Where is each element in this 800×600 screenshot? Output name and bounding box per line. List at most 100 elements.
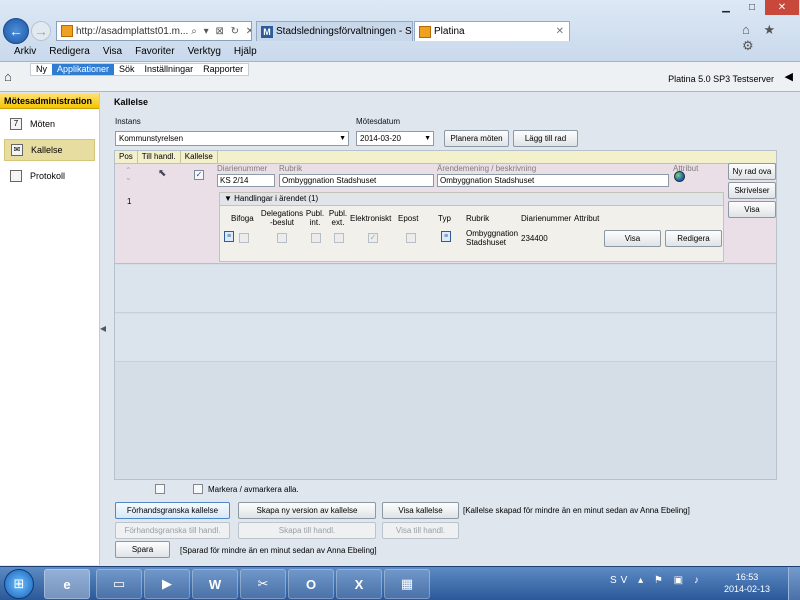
minimize-icon[interactable]: ▁: [713, 0, 739, 15]
markera-alla-checkbox[interactable]: [193, 484, 203, 494]
sidebar-item-label: Kallelse: [31, 145, 63, 155]
sidebar-item-moten[interactable]: 7 Möten: [4, 113, 95, 135]
spara-status: [Sparad för mindre än en minut sedan av …: [180, 546, 377, 555]
taskbar-media-player[interactable]: ▶: [144, 569, 190, 599]
app-menu-sok[interactable]: Sök: [114, 64, 140, 75]
visa-till-handl-button[interactable]: Visa till handl.: [382, 522, 459, 539]
lagg-till-rad-button[interactable]: Lägg till rad: [513, 130, 578, 147]
markera-col1-checkbox[interactable]: [155, 484, 165, 494]
app-menu-applikationer[interactable]: Applikationer: [52, 64, 115, 75]
envelope-icon: ✉: [11, 144, 23, 156]
taskbar: ⊞ e ▭ ▶ W ✂ O X ▦ SV ▴ ⚑ ▣ ♪ 16:53 2014-…: [0, 566, 800, 600]
handling-redigera-button[interactable]: Redigera: [665, 230, 722, 247]
outlook-icon: O: [305, 576, 317, 592]
motesdatum-label: Mötesdatum: [356, 117, 401, 126]
taskbar-snipping[interactable]: ✂: [240, 569, 286, 599]
menu-hjalp[interactable]: Hjälp: [234, 46, 257, 57]
collapse-right-icon[interactable]: ◀: [785, 70, 793, 83]
remote-desktop-icon: ▦: [400, 576, 414, 591]
page-title: Kallelse: [114, 97, 149, 107]
language-indicator[interactable]: SV: [610, 575, 631, 586]
tab-label: Stadsledningsförvaltningen - S...: [276, 26, 413, 37]
planera-moten-button[interactable]: Planera möten: [444, 130, 509, 147]
app-menu-ny[interactable]: Ny: [31, 64, 52, 75]
taskbar-word[interactable]: W: [192, 569, 238, 599]
app-menu-rapporter[interactable]: Rapporter: [198, 64, 248, 75]
globe-icon[interactable]: [674, 171, 685, 182]
motesdatum-select[interactable]: 2014-03-20 ▼: [356, 131, 434, 146]
sidebar-item-label: Protokoll: [30, 171, 66, 181]
tray-icons[interactable]: ▴ ⚑ ▣ ♪: [638, 575, 703, 586]
handlingar-header[interactable]: ▼ Handlingar i ärendet (1): [220, 193, 723, 206]
skapa-ny-version-button[interactable]: Skapa ny version av kallelse: [238, 502, 376, 519]
rubrik-field[interactable]: Ombyggnation Stadshuset: [279, 174, 434, 187]
menu-redigera[interactable]: Redigera: [49, 46, 90, 57]
instans-value: Kommunstyrelsen: [119, 134, 184, 143]
menu-visa[interactable]: Visa: [103, 46, 122, 57]
agenda-grid: Pos Till handl. Kallelse ⌃ ⌄ 1 ⬉ ✓ Diarie…: [114, 150, 777, 480]
taskbar-internet-explorer[interactable]: e: [44, 569, 90, 599]
instans-label: Instans: [115, 117, 141, 126]
forhandsgranska-kallelse-button[interactable]: Förhandsgranska kallelse: [115, 502, 230, 519]
publ-ext-checkbox[interactable]: [334, 233, 344, 243]
close-window-icon[interactable]: ✕: [765, 0, 799, 15]
col-rubrik: Rubrik: [466, 214, 490, 223]
taskbar-remote[interactable]: ▦: [384, 569, 430, 599]
app-menu-installningar[interactable]: Inställningar: [140, 64, 199, 75]
bifoga-checkbox[interactable]: [239, 233, 249, 243]
product-name: Platina 5.0 SP3 Testserver: [668, 74, 774, 84]
start-button[interactable]: ⊞: [4, 569, 34, 599]
clock[interactable]: 16:53 2014-02-13: [724, 571, 770, 595]
arrow-left-icon: ←: [9, 23, 23, 39]
handling-visa-button[interactable]: Visa: [604, 230, 661, 247]
skapa-till-handl-button[interactable]: Skapa till handl.: [238, 522, 376, 539]
epost-checkbox[interactable]: [406, 233, 416, 243]
tab-platina[interactable]: Platina ✕: [414, 21, 570, 41]
platina-favicon-icon: [419, 25, 431, 38]
menu-arkiv[interactable]: Arkiv: [14, 46, 36, 57]
delegationsbeslut-checkbox[interactable]: [277, 233, 287, 243]
taskbar-explorer[interactable]: ▭: [96, 569, 142, 599]
forward-button[interactable]: →: [31, 21, 51, 41]
address-bar-icons[interactable]: ⌕ ▾ ⊠ ↻ ✕: [188, 26, 251, 37]
forhandsgranska-till-handl-button[interactable]: Förhandsgranska till handl.: [115, 522, 230, 539]
scissors-icon: ✂: [257, 576, 269, 591]
arendemening-label: Ärendemening / beskrivning: [437, 164, 537, 173]
back-button[interactable]: ←: [3, 18, 29, 44]
move-row-icon[interactable]: ⌃ ⌄: [125, 167, 132, 182]
platina-favicon-icon: [61, 25, 73, 37]
taskbar-excel[interactable]: X: [336, 569, 382, 599]
visa-kallelse-button[interactable]: Visa kallelse: [382, 502, 459, 519]
show-desktop-button[interactable]: [788, 567, 800, 600]
instans-select[interactable]: Kommunstyrelsen ▼: [115, 131, 349, 146]
handling-diarienummer: 234400: [521, 234, 548, 243]
arendemening-field[interactable]: Ombyggnation Stadshuset: [437, 174, 669, 187]
visa-row-button[interactable]: Visa: [728, 201, 776, 218]
menu-favoriter[interactable]: Favoriter: [135, 46, 174, 57]
elektroniskt-checkbox[interactable]: ✓: [368, 233, 378, 243]
column-header-till-handl: Till handl.: [138, 151, 181, 163]
address-bar[interactable]: http://asadmplattst01.m... ⌕ ▾ ⊠ ↻ ✕: [56, 21, 252, 41]
home-icon[interactable]: ⌂: [4, 70, 18, 84]
system-tray: SV ▴ ⚑ ▣ ♪: [610, 575, 703, 586]
spara-button[interactable]: Spara: [115, 541, 170, 558]
skrivelser-button[interactable]: Skrivelser: [728, 182, 776, 199]
clock-time: 16:53: [735, 572, 759, 582]
maximize-icon[interactable]: □: [739, 0, 765, 15]
tab-label: Platina: [434, 26, 465, 37]
sidebar-item-kallelse[interactable]: ✉ Kallelse: [4, 139, 95, 161]
tab-stadsledning[interactable]: M Stadsledningsförvaltningen - S...: [256, 21, 413, 41]
tab-close-icon[interactable]: ✕: [551, 26, 569, 37]
document-icon[interactable]: ≡: [224, 231, 234, 242]
taskbar-outlook[interactable]: O: [288, 569, 334, 599]
agenda-row[interactable]: ⌃ ⌄ 1 ⬉ ✓ Diarienummer KS 2/14 Rubrik Omb…: [115, 163, 776, 264]
kallelse-checkbox[interactable]: ✓: [194, 170, 204, 180]
empty-row: [115, 314, 776, 362]
publ-int-checkbox[interactable]: [311, 233, 321, 243]
ny-rad-ovan-button[interactable]: Ny rad ova: [728, 163, 776, 180]
column-header-pos: Pos: [115, 151, 138, 163]
diarienummer-field[interactable]: KS 2/14: [217, 174, 275, 187]
menu-verktyg[interactable]: Verktyg: [188, 46, 221, 57]
sidebar-item-protokoll[interactable]: Protokoll: [4, 165, 95, 187]
chevron-down-icon: ▼: [339, 135, 346, 142]
